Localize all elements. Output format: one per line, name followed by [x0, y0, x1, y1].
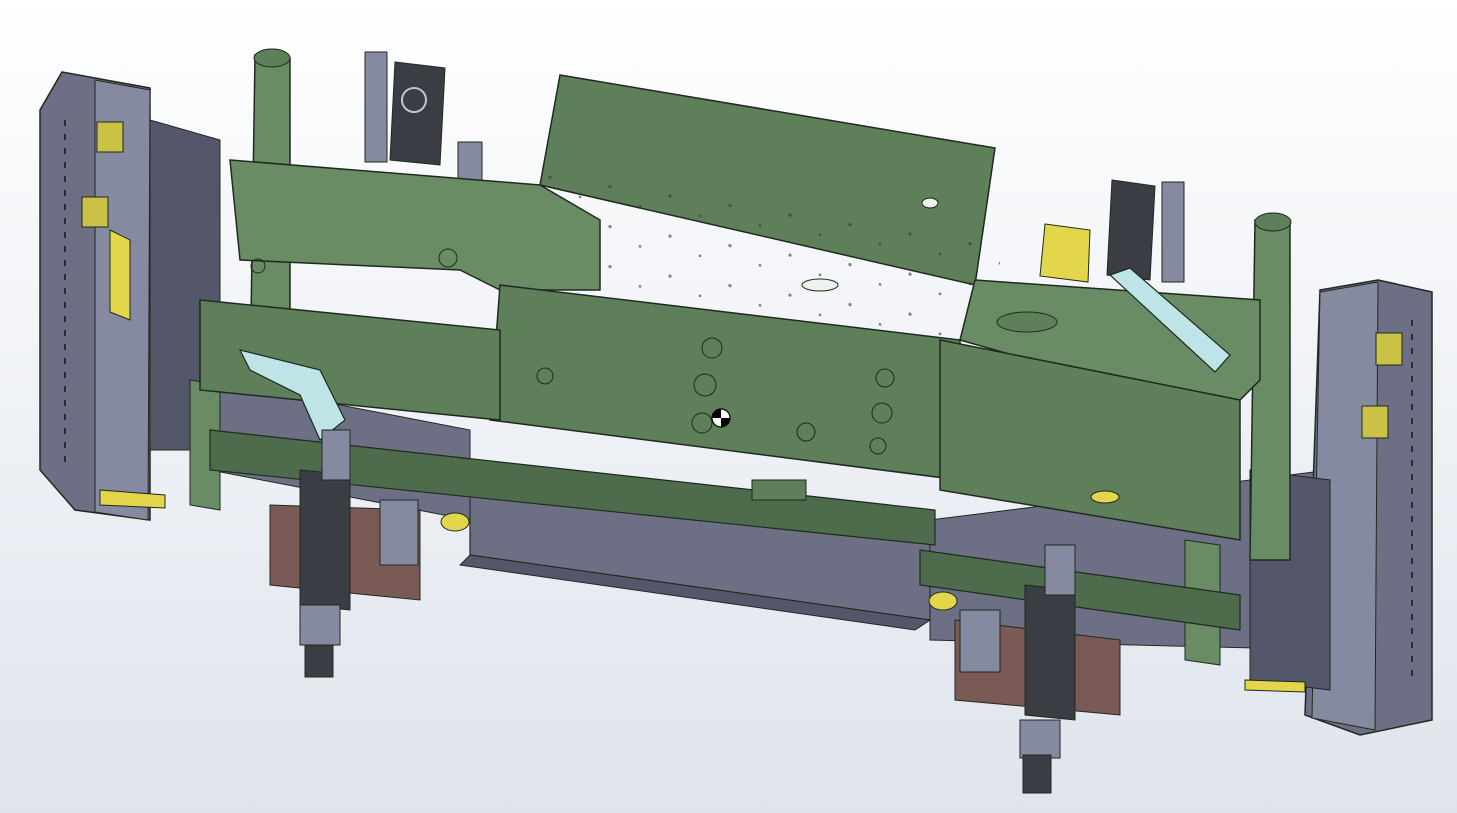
cad-viewport[interactable] [0, 0, 1457, 813]
center-of-mass-icon [711, 408, 731, 428]
yellow-plate [96, 121, 124, 153]
yellow-plate [81, 196, 109, 228]
top-right-actuator [1039, 179, 1185, 283]
yellow-plate [1375, 332, 1403, 366]
top-left-actuator [364, 51, 483, 183]
yellow-plate [1361, 405, 1389, 439]
cad-assembly-model[interactable] [0, 0, 1457, 813]
